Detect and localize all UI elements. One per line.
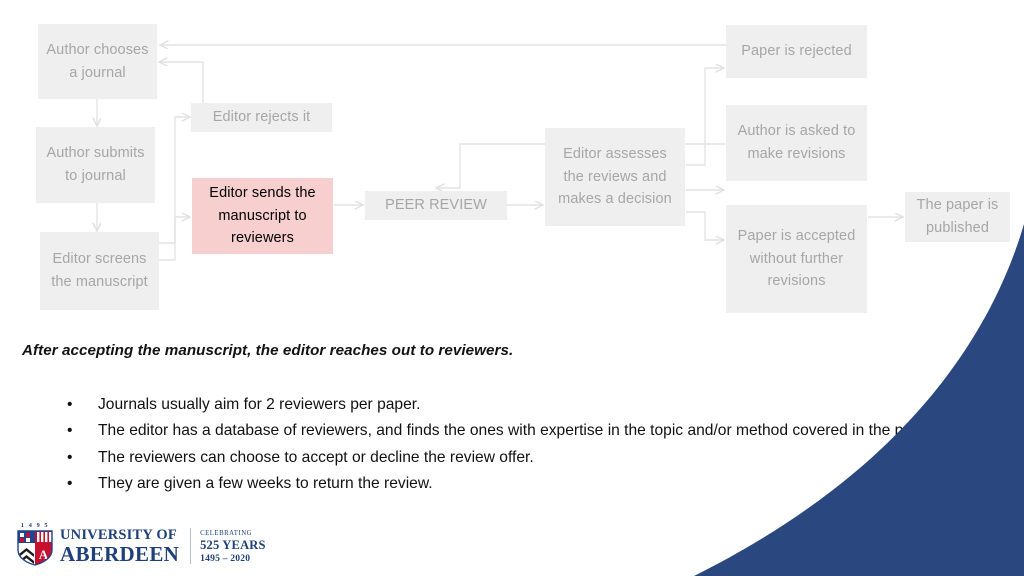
bullet-list: • Journals usually aim for 2 reviewers p… bbox=[62, 392, 942, 498]
bullet-marker-icon: • bbox=[67, 396, 73, 413]
flow-node-label: Editor rejects it bbox=[212, 109, 311, 126]
crest-year-label: 1 4 9 5 bbox=[20, 522, 50, 529]
bullet-marker-icon: • bbox=[67, 475, 73, 493]
flow-node-label: Editor screens the manuscript bbox=[51, 251, 148, 290]
anniversary-range: 1495 – 2020 bbox=[200, 552, 251, 564]
flow-node-label: Author submits to journal bbox=[46, 145, 145, 184]
bullet-marker-icon: • bbox=[67, 448, 73, 466]
list-item: • They are given a few weeks to return t… bbox=[62, 471, 942, 497]
logo-anniversary-block: CELEBRATING 525 YEARS 1495 – 2020 bbox=[200, 530, 266, 566]
flow-node-label: Editor sends the manuscript to reviewers bbox=[209, 184, 316, 247]
flow-node-paper-rejected[interactable]: Paper is rejected bbox=[726, 25, 867, 78]
list-item: • The reviewers can choose to accept or … bbox=[62, 445, 942, 471]
logo-divider bbox=[190, 528, 192, 564]
flow-node-editor-sends-manuscript[interactable]: Editor sends the manuscript to reviewers bbox=[192, 178, 333, 254]
anniversary-label: CELEBRATING bbox=[200, 529, 253, 537]
bullet-marker-icon: • bbox=[67, 422, 73, 440]
flow-node-paper-published[interactable]: The paper is published bbox=[905, 192, 1010, 242]
flow-node-label: Paper is rejected bbox=[741, 43, 852, 60]
flow-node-label: The paper is published bbox=[916, 197, 999, 236]
flow-node-peer-review[interactable]: PEER REVIEW bbox=[365, 191, 507, 220]
list-item-text: The reviewers can choose to accept or de… bbox=[98, 448, 534, 466]
anniversary-years: 525 YEARS bbox=[200, 538, 266, 553]
logo-wordmark: UNIVERSITY OF ABERDEEN bbox=[60, 528, 179, 566]
list-item: • Journals usually aim for 2 reviewers p… bbox=[62, 392, 942, 418]
slide: Author chooses a journal Author submits … bbox=[0, 0, 1024, 576]
flow-node-author-chooses-journal[interactable]: Author chooses a journal bbox=[38, 24, 157, 99]
flow-node-label: Author is asked to make revisions bbox=[737, 123, 856, 162]
logo-wordmark-line2: ABERDEEN bbox=[60, 542, 180, 566]
flow-node-label: PEER REVIEW bbox=[385, 197, 487, 214]
list-item-text: They are given a few weeks to return the… bbox=[98, 475, 433, 493]
flow-node-label: Author chooses a journal bbox=[46, 41, 149, 81]
flow-node-label: Paper is accepted without further revisi… bbox=[737, 227, 856, 290]
flow-node-editor-screens-manuscript[interactable]: Editor screens the manuscript bbox=[40, 232, 159, 310]
flow-node-label: Editor assesses the reviews and makes a … bbox=[558, 145, 672, 208]
university-logo: 1 4 9 5 A UNIVERSITY OF ABERDEEN CELEBRA… bbox=[16, 522, 266, 566]
list-item: • The editor has a database of reviewers… bbox=[62, 418, 942, 444]
list-item-text: The editor has a database of reviewers, … bbox=[98, 422, 938, 440]
flow-node-author-asked-revisions[interactable]: Author is asked to make revisions bbox=[726, 105, 867, 181]
peer-review-flowchart: Author chooses a journal Author submits … bbox=[0, 0, 1024, 330]
flow-node-author-submits-journal[interactable]: Author submits to journal bbox=[36, 127, 155, 203]
aberdeen-crest-icon: 1 4 9 5 A bbox=[16, 522, 54, 566]
list-item-text: Journals usually aim for 2 reviewers per… bbox=[98, 396, 421, 413]
flow-node-paper-accepted[interactable]: Paper is accepted without further revisi… bbox=[726, 205, 867, 313]
flow-node-editor-rejects-it[interactable]: Editor rejects it bbox=[191, 103, 332, 132]
flow-node-editor-assesses-reviews[interactable]: Editor assesses the reviews and makes a … bbox=[545, 128, 685, 226]
lead-statement: After accepting the manuscript, the edit… bbox=[22, 342, 514, 359]
